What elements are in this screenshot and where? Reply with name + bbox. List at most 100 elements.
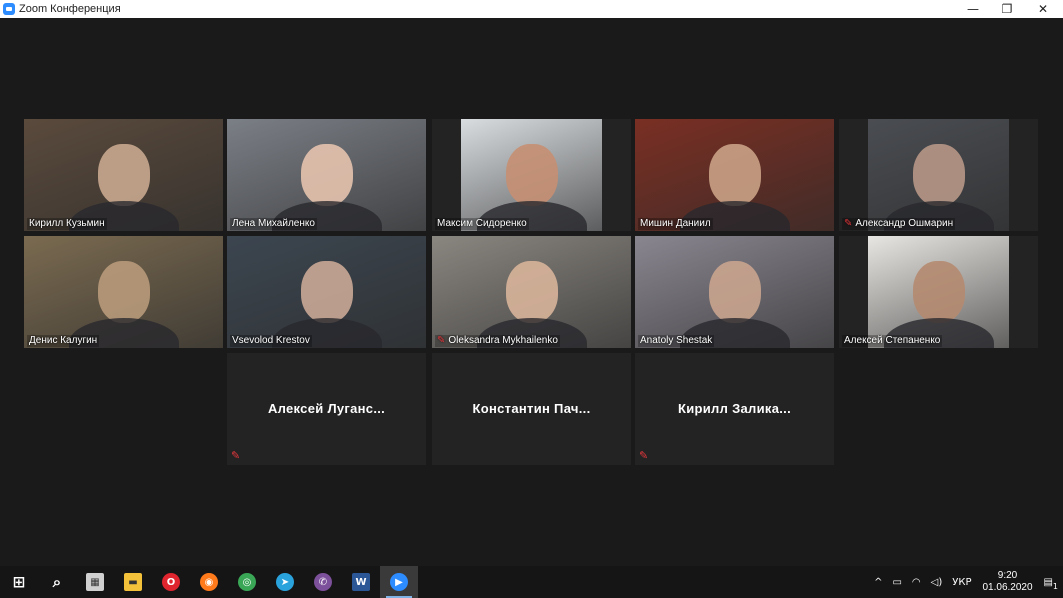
taskbar-telegram-button[interactable]: ➤ — [266, 566, 304, 598]
participant-name-label: ✎ Oleksandra Mykhailenko — [435, 335, 560, 347]
video-tile[interactable]: Лена Михайленко — [227, 119, 426, 231]
participant-video — [24, 236, 223, 348]
muted-mic-icon: ✎ — [231, 449, 241, 462]
taskbar-viber-button[interactable]: ✆ — [304, 566, 342, 598]
video-tile[interactable]: ✎ Oleksandra Mykhailenko — [432, 236, 631, 348]
participant-face — [97, 143, 150, 206]
battery-icon[interactable]: ▭ — [892, 577, 901, 588]
minimize-button[interactable]: — — [956, 0, 990, 18]
language-indicator[interactable]: УКР — [952, 577, 971, 588]
participant-name: Oleksandra Mykhailenko — [448, 335, 558, 346]
participant-name: Алексей Степаненко — [844, 335, 941, 346]
participant-name-label: Лена Михайленко — [230, 218, 317, 230]
participant-video — [868, 236, 1009, 348]
participant-video — [635, 119, 834, 231]
clock[interactable]: 9:20 01.06.2020 — [982, 570, 1032, 594]
participant-face — [300, 260, 353, 323]
taskbar-search-button[interactable]: ⌕ — [38, 566, 76, 598]
participant-video — [461, 119, 602, 231]
participant-name: Алексей Луганс... — [267, 401, 386, 416]
audio-only-tile[interactable]: Алексей Луганс... ✎ — [227, 353, 426, 465]
participant-name: Мишин Даниил — [640, 218, 711, 229]
participant-name-label: ✎ Александр Ошмарин — [842, 218, 956, 230]
participant-name: Александр Ошмарин — [855, 218, 954, 229]
notifications-icon[interactable]: ▤ 1 — [1044, 577, 1058, 591]
muted-mic-icon: ✎ — [437, 335, 446, 346]
zoom-logo-icon — [3, 3, 15, 15]
restore-button[interactable]: ❐ — [990, 0, 1024, 18]
participant-face — [912, 260, 965, 323]
taskbar-explorer-button[interactable]: ▬ — [114, 566, 152, 598]
start-icon: ⊞ — [12, 573, 26, 591]
participant-name: Лена Михайленко — [232, 218, 315, 229]
viber-icon: ✆ — [314, 573, 332, 591]
word-icon: W — [352, 573, 370, 591]
audio-only-tile[interactable]: Константин Пач... — [432, 353, 631, 465]
zoom-window: Zoom Конференция — ❐ ✕ Кирилл Кузьмин Лен… — [0, 0, 1063, 598]
participant-name-label: Алексей Степаненко — [842, 335, 943, 347]
participant-video — [432, 236, 631, 348]
close-button[interactable]: ✕ — [1026, 0, 1060, 18]
telegram-icon: ➤ — [276, 573, 294, 591]
taskbar-word-button[interactable]: W — [342, 566, 380, 598]
participant-video — [635, 236, 834, 348]
window-title: Zoom Конференция — [19, 3, 121, 15]
participant-name: Vsevolod Krestov — [232, 335, 310, 346]
firefox-icon: ◉ — [200, 573, 218, 591]
taskbar-apps: ⊞ ⌕ ▦ ▬ O ◉ ◎ ➤ ✆ W ▶ — [0, 566, 418, 598]
opera-icon: O — [162, 573, 180, 591]
taskbar-firefox-button[interactable]: ◉ — [190, 566, 228, 598]
taskbar-opera-button[interactable]: O — [152, 566, 190, 598]
calculator-icon: ▦ — [86, 573, 104, 591]
muted-mic-icon: ✎ — [639, 449, 649, 462]
clock-date: 01.06.2020 — [982, 582, 1033, 593]
video-tile[interactable]: Денис Калугин — [24, 236, 223, 348]
explorer-icon: ▬ — [124, 573, 142, 591]
wifi-icon[interactable]: ◠ — [912, 577, 921, 588]
taskbar-start-button[interactable]: ⊞ — [0, 566, 38, 598]
title-bar: Zoom Конференция — ❐ ✕ — [0, 0, 1063, 18]
participant-face — [708, 260, 761, 323]
muted-mic-icon: ✎ — [844, 218, 853, 229]
audio-only-tile[interactable]: Кирилл Залика... ✎ — [635, 353, 834, 465]
system-tray: ^ ▭ ◠ ◁) УКР 9:20 01.06.2020 ▤ 1 — [869, 566, 1063, 598]
participant-name: Константин Пач... — [472, 401, 591, 416]
participant-face — [300, 143, 353, 206]
participant-face — [708, 143, 761, 206]
participant-face — [912, 143, 965, 206]
windows-taskbar: ⊞ ⌕ ▦ ▬ O ◉ ◎ ➤ ✆ W ▶ ^ ▭ ◠ ◁) УКР 9:20 01.06.2020… — [0, 566, 1063, 598]
participant-face — [97, 260, 150, 323]
participant-name-label: Кирилл Кузьмин — [27, 218, 107, 230]
video-tile[interactable]: Мишин Даниил — [635, 119, 834, 231]
participant-face — [505, 260, 558, 323]
participant-name-label: Anatoly Shestak — [638, 335, 715, 347]
participant-face — [505, 143, 558, 206]
video-tile[interactable]: Vsevolod Krestov — [227, 236, 426, 348]
video-tile[interactable]: Алексей Степаненко — [839, 236, 1038, 348]
video-tile[interactable]: Anatoly Shestak — [635, 236, 834, 348]
participant-video — [868, 119, 1009, 231]
video-tile[interactable]: Максим Сидоренко — [432, 119, 631, 231]
participant-name: Anatoly Shestak — [640, 335, 713, 346]
chrome-icon: ◎ — [238, 573, 256, 591]
video-tile[interactable]: ✎ Александр Ошмарин — [839, 119, 1038, 231]
taskbar-calculator-button[interactable]: ▦ — [76, 566, 114, 598]
notification-count: 1 — [1052, 581, 1058, 591]
participant-name: Кирилл Залика... — [678, 401, 791, 416]
volume-icon[interactable]: ◁) — [931, 577, 943, 588]
participant-name-label: Максим Сидоренко — [435, 218, 529, 230]
participant-name-label: Vsevolod Krestov — [230, 335, 312, 347]
participant-name: Кирилл Кузьмин — [29, 218, 105, 229]
participant-name-label: Мишин Даниил — [638, 218, 713, 230]
participant-video — [227, 119, 426, 231]
participant-name-label: Денис Калугин — [27, 335, 100, 347]
taskbar-zoom-button[interactable]: ▶ — [380, 566, 418, 598]
clock-time: 9:20 — [997, 570, 1018, 581]
participant-video — [24, 119, 223, 231]
participant-name: Максим Сидоренко — [437, 218, 527, 229]
show-hidden-icons-icon[interactable]: ^ — [874, 577, 882, 588]
zoom-icon: ▶ — [390, 573, 408, 591]
taskbar-chrome-button[interactable]: ◎ — [228, 566, 266, 598]
participant-video — [227, 236, 426, 348]
video-tile[interactable]: Кирилл Кузьмин — [24, 119, 223, 231]
